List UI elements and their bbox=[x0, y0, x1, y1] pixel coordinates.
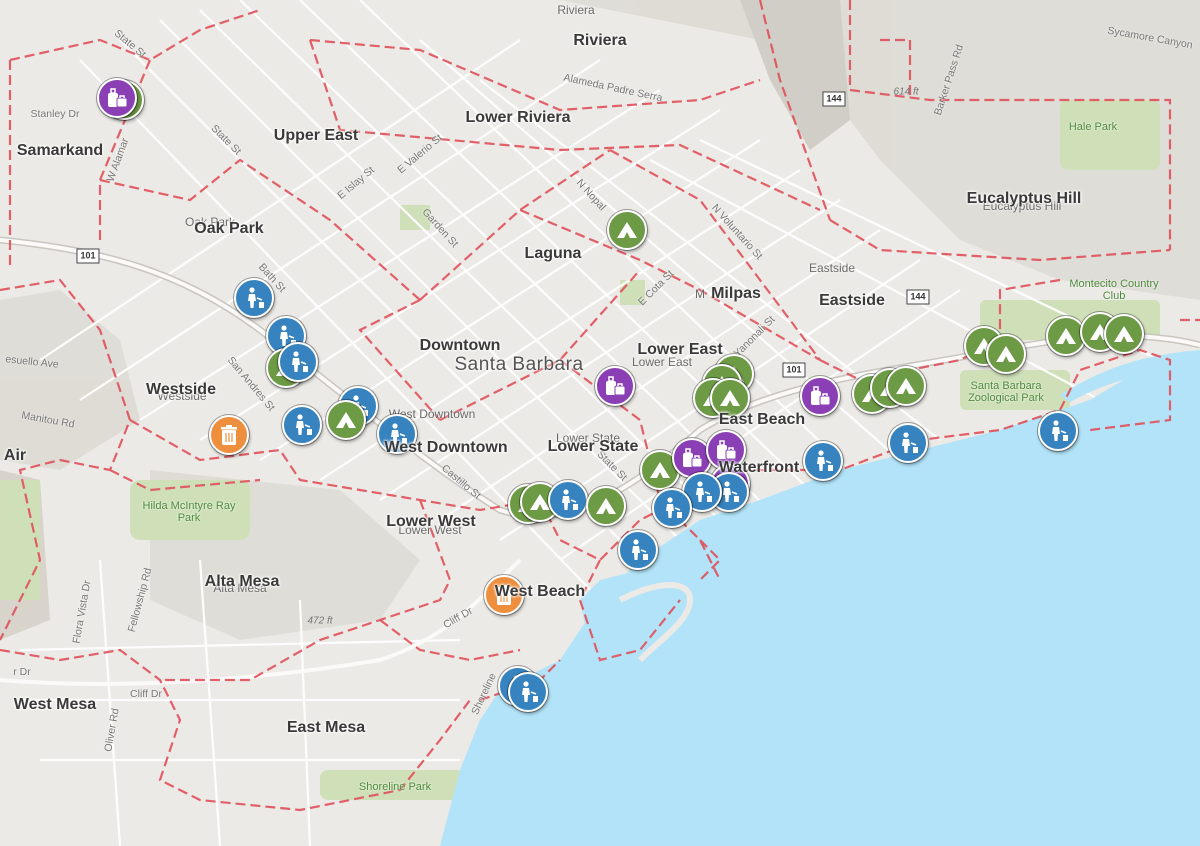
camp-marker[interactable] bbox=[886, 366, 926, 406]
neighborhood-alta-mesa: Alta Mesa bbox=[204, 573, 280, 590]
ca-144-shield: 144 bbox=[906, 289, 930, 305]
litter-icon bbox=[696, 481, 712, 502]
litter-icon bbox=[522, 681, 538, 702]
neighborhood-waterfront: Waterfront bbox=[718, 459, 800, 476]
camp-icon bbox=[896, 378, 916, 394]
base-label-m: M bbox=[695, 287, 705, 301]
litter-marker[interactable] bbox=[548, 480, 588, 520]
neighborhood-west-beach: West Beach bbox=[494, 583, 586, 600]
street-cliff-dr-west: Cliff Dr bbox=[130, 688, 162, 700]
camp-icon bbox=[1114, 326, 1134, 342]
neighborhood-air: Air bbox=[3, 447, 27, 464]
camp-marker[interactable] bbox=[586, 486, 626, 526]
camp-icon bbox=[1056, 328, 1076, 344]
neighborhood-lower-riviera: Lower Riviera bbox=[465, 109, 571, 126]
neighborhood-westside: Westside bbox=[146, 381, 216, 398]
neighborhood-eucalyptus-hill: Eucalyptus Hill bbox=[966, 190, 1082, 207]
litter-icon bbox=[292, 351, 308, 372]
neighborhood-samarkand: Samarkand bbox=[16, 142, 104, 159]
litter-icon bbox=[902, 432, 918, 453]
neighborhood-eastside: Eastside bbox=[819, 292, 885, 309]
neighborhood-riviera: Riviera bbox=[573, 32, 627, 49]
bag-marker[interactable] bbox=[800, 376, 840, 416]
litter-marker[interactable] bbox=[282, 405, 322, 445]
litter-marker[interactable] bbox=[618, 530, 658, 570]
us-101-shield: 101 bbox=[782, 362, 806, 378]
luggage-icon bbox=[108, 88, 128, 108]
litter-icon bbox=[817, 450, 833, 471]
neighborhood-lower-state: Lower State bbox=[547, 438, 639, 455]
litter-icon bbox=[666, 497, 682, 518]
camp-icon bbox=[617, 222, 637, 238]
neighborhood-laguna: Laguna bbox=[524, 245, 582, 262]
litter-marker[interactable] bbox=[1038, 411, 1078, 451]
neighborhood-oak-park: Oak Park bbox=[194, 220, 264, 237]
park-montecito-country-club: Montecito Country Club bbox=[1069, 278, 1159, 302]
litter-marker[interactable] bbox=[278, 342, 318, 382]
park-zoological: Santa Barbara Zoological Park bbox=[968, 380, 1044, 404]
trash-marker[interactable] bbox=[209, 415, 249, 455]
camp-icon bbox=[650, 462, 670, 478]
camp-marker[interactable] bbox=[326, 400, 366, 440]
camp-icon bbox=[720, 390, 740, 406]
neighborhood-downtown: Downtown bbox=[419, 337, 501, 354]
camp-marker[interactable] bbox=[1104, 314, 1144, 354]
litter-marker[interactable] bbox=[803, 441, 843, 481]
litter-marker[interactable] bbox=[888, 423, 928, 463]
litter-marker[interactable] bbox=[508, 672, 548, 712]
litter-icon bbox=[632, 539, 648, 560]
luggage-icon bbox=[811, 386, 831, 406]
neighborhood-lower-east: Lower East bbox=[637, 341, 723, 358]
map-canvas[interactable]: Riviera Oak Park Eucalyptus Hill Eastsid… bbox=[0, 0, 1200, 846]
neighborhood-upper-east: Upper East bbox=[273, 127, 359, 144]
luggage-icon bbox=[683, 448, 703, 468]
camp-icon bbox=[596, 498, 616, 514]
park-shoreline: Shoreline Park bbox=[358, 781, 432, 793]
base-label-eastside: Eastside bbox=[808, 261, 856, 275]
neighborhood-east-mesa: East Mesa bbox=[286, 719, 366, 736]
bag-marker[interactable] bbox=[595, 366, 635, 406]
camp-marker[interactable] bbox=[986, 334, 1026, 374]
luggage-icon bbox=[606, 376, 626, 396]
neighborhood-lower-west: Lower West bbox=[386, 513, 476, 530]
elevation-472: 472 ft bbox=[307, 615, 333, 627]
bag-marker[interactable] bbox=[97, 78, 137, 118]
litter-icon bbox=[296, 414, 312, 435]
litter-marker[interactable] bbox=[234, 278, 274, 318]
ca-144-shield: 144 bbox=[822, 91, 846, 107]
trash-can-icon bbox=[221, 425, 237, 445]
camp-icon bbox=[996, 346, 1016, 362]
street-stanley-dr: Stanley Dr bbox=[30, 108, 80, 120]
street-r-dr: r Dr bbox=[13, 666, 31, 678]
neighborhood-milpas: Milpas bbox=[711, 285, 761, 302]
park-hilda-mcintyre: Hilda McIntyre Ray Park bbox=[142, 500, 236, 524]
litter-icon bbox=[248, 287, 264, 308]
camp-icon bbox=[336, 412, 356, 428]
elevation-614: 614 ft bbox=[893, 86, 919, 98]
neighborhood-east-beach: East Beach bbox=[718, 411, 806, 428]
litter-icon bbox=[1052, 420, 1068, 441]
park-hale: Hale Park bbox=[1068, 121, 1118, 133]
base-label-riviera: Riviera bbox=[557, 3, 595, 17]
litter-icon bbox=[562, 489, 578, 510]
basemap bbox=[0, 0, 1200, 846]
neighborhood-west-downtown: West Downtown bbox=[384, 439, 508, 456]
litter-marker[interactable] bbox=[652, 488, 692, 528]
city-label-santa-barbara: Santa Barbara bbox=[454, 354, 584, 375]
us-101-shield: 101 bbox=[76, 248, 100, 264]
neighborhood-west-mesa: West Mesa bbox=[13, 696, 97, 713]
camp-marker[interactable] bbox=[607, 210, 647, 250]
